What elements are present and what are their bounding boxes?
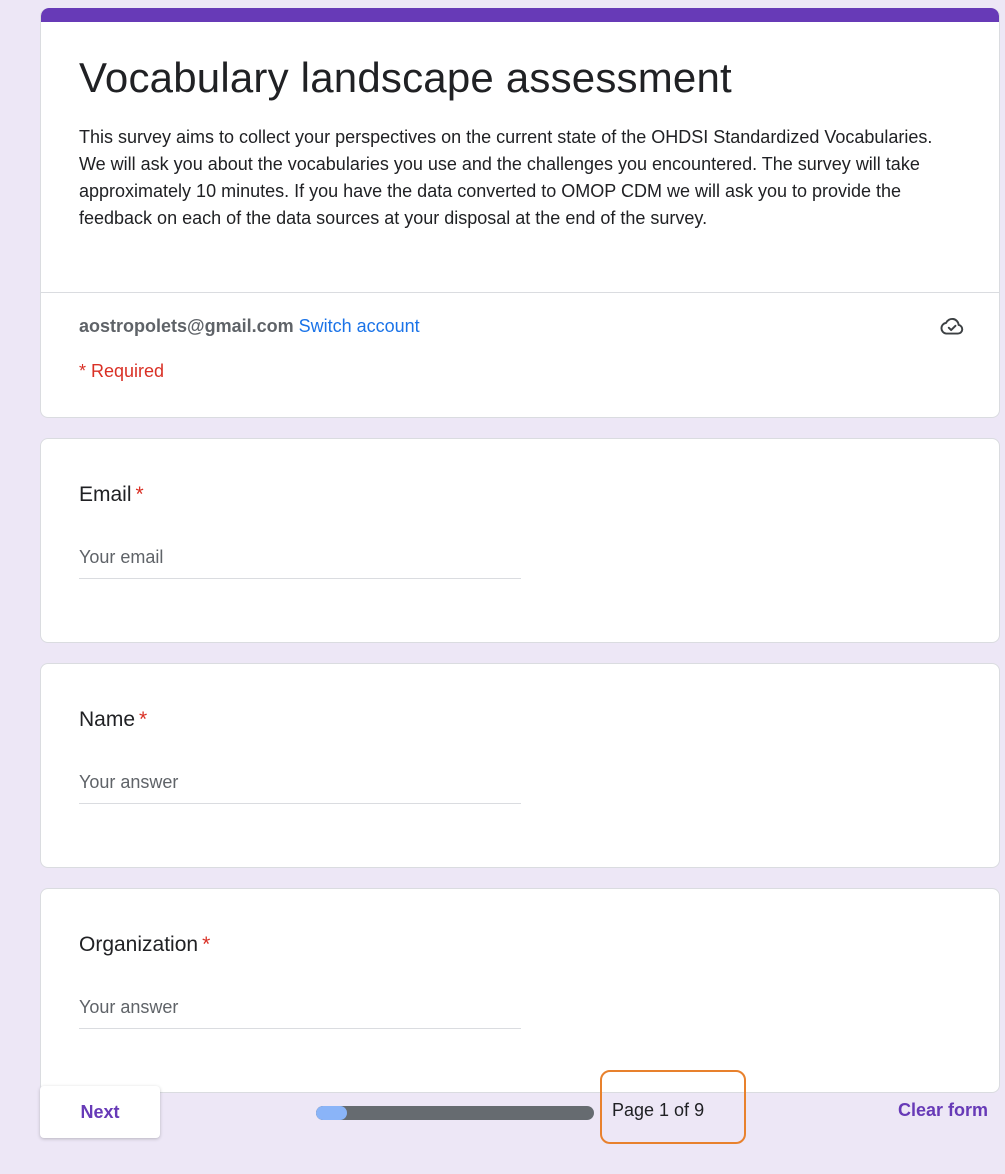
form-description: This survey aims to collect your perspec… [79,127,933,228]
page-indicator: Page 1 of 9 [612,1100,705,1120]
form-footer: Next Page 1 of 9 Clear form [40,1070,1000,1144]
progress-bar [316,1106,594,1120]
clear-form-button[interactable]: Clear form [898,1100,988,1121]
organization-input[interactable] [79,997,521,1029]
question-card-organization: Organization * [40,888,1000,1093]
required-asterisk: * [135,483,144,506]
cloud-check-icon [939,313,965,339]
question-card-email: Email * [40,438,1000,643]
form-header-card: Vocabulary landscape assessment This sur… [40,8,1000,418]
form-container: Vocabulary landscape assessment This sur… [40,8,1000,1093]
progress-bar-fill [316,1106,347,1120]
question-label: Email * [79,481,961,509]
header-content: Vocabulary landscape assessment This sur… [41,22,999,292]
required-note: * Required [79,361,165,381]
question-label: Name * [79,706,961,734]
next-button[interactable]: Next [40,1086,160,1138]
name-input[interactable] [79,772,521,804]
question-title: Organization [79,933,199,956]
form-title: Vocabulary landscape assessment [79,54,732,101]
question-title: Name [79,708,136,731]
required-asterisk: * [202,933,211,956]
email-input[interactable] [79,547,521,579]
account-row: aostropolets@gmail.com Switch account [41,293,999,359]
question-title: Email [79,483,132,506]
header-accent-bar [41,8,999,22]
question-card-name: Name * [40,663,1000,868]
required-asterisk: * [139,708,148,731]
switch-account-link[interactable]: Switch account [299,316,420,337]
question-label: Organization * [79,931,961,959]
account-email: aostropolets@gmail.com [79,315,294,336]
